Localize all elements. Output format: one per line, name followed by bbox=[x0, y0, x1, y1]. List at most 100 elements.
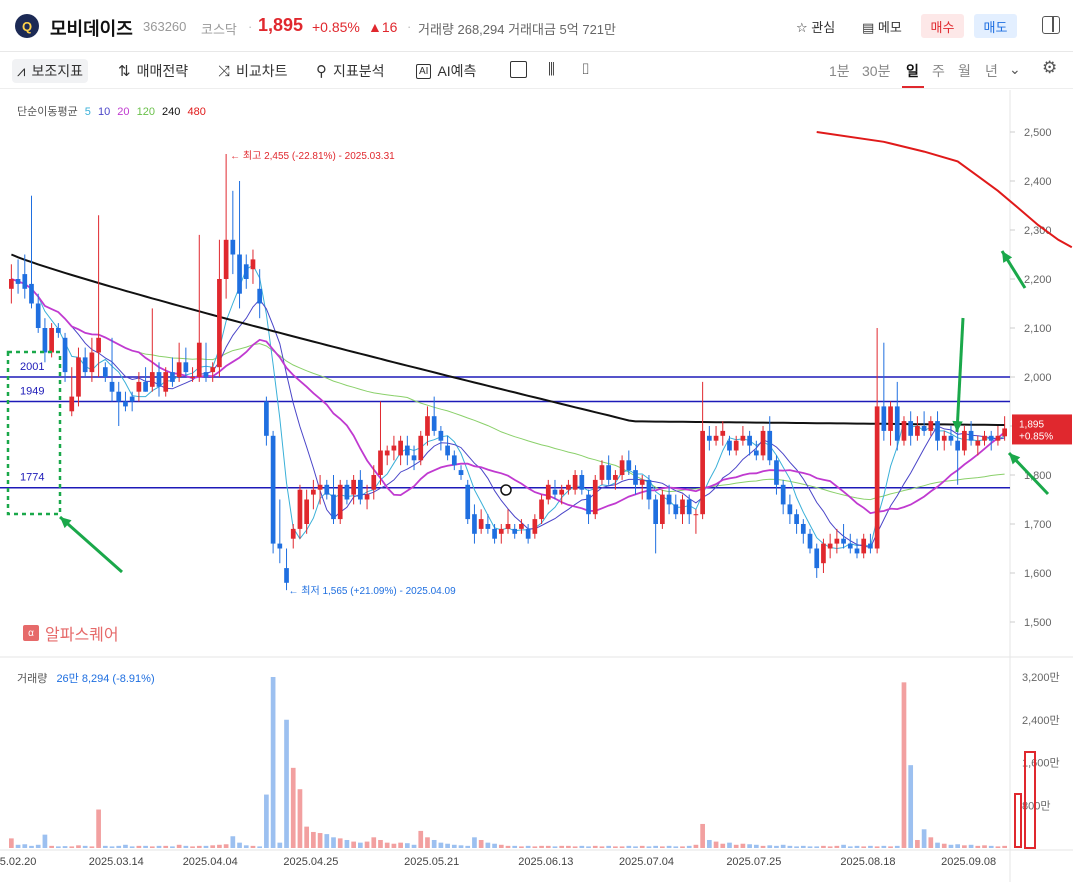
volume-bar bbox=[525, 845, 531, 848]
compare-button[interactable]: ⤨ 비교차트 bbox=[218, 61, 288, 81]
volume-bar bbox=[163, 845, 169, 848]
candle-body bbox=[579, 475, 585, 490]
candle-body bbox=[55, 328, 61, 333]
period-year[interactable]: 년 bbox=[985, 61, 998, 81]
volume-bar bbox=[982, 845, 987, 848]
candle-type-button[interactable]: ⫼ bbox=[548, 61, 555, 78]
price-tick-label: 2,200 bbox=[1024, 274, 1052, 286]
volume-bar bbox=[96, 809, 101, 848]
volume-bar bbox=[847, 846, 853, 848]
volume-bar bbox=[498, 844, 504, 848]
period-month[interactable]: 월 bbox=[958, 61, 971, 81]
volume-bar bbox=[485, 842, 491, 848]
square-tool-button[interactable] bbox=[510, 61, 527, 78]
memo-button[interactable]: ▤ 메모 bbox=[862, 17, 902, 36]
separator-dot: · bbox=[248, 19, 253, 34]
candle-body bbox=[821, 543, 826, 564]
active-period-underline bbox=[902, 86, 924, 88]
price-chart[interactable]: 1,5001,6001,7001,8001,9002,0002,1002,200… bbox=[0, 90, 1073, 882]
volume-bar bbox=[794, 846, 799, 848]
high-annotation: ← 최고 2,455 (-22.81%) - 2025.03.31 bbox=[230, 150, 395, 162]
volume-bar bbox=[599, 846, 605, 848]
volume-bar bbox=[948, 844, 954, 848]
volume-bar bbox=[505, 845, 511, 848]
screenshot-button[interactable]: ⌷ bbox=[581, 61, 590, 78]
candle-body bbox=[358, 479, 363, 500]
volume-bar bbox=[700, 823, 705, 848]
volume-bar bbox=[364, 841, 370, 848]
candle-body bbox=[908, 421, 914, 436]
candle-body bbox=[237, 254, 242, 294]
side-panel-icon[interactable] bbox=[1042, 16, 1060, 34]
analysis-button[interactable]: ⚲ 지표분석 bbox=[316, 61, 385, 81]
candle-body bbox=[572, 475, 578, 490]
star-icon: ☆ bbox=[796, 20, 808, 35]
ai-predict-button[interactable]: AI AI예측 bbox=[416, 61, 476, 81]
candle-body bbox=[136, 381, 142, 392]
ma-legend: 단순이동평균 5 10 20 120 240 480 bbox=[17, 103, 206, 119]
indicator-button[interactable]: ⩘ 보조지표 bbox=[12, 59, 88, 83]
volume-bar bbox=[854, 845, 860, 848]
candle-body bbox=[559, 489, 565, 495]
volume-bar bbox=[975, 845, 981, 848]
volume-bar bbox=[727, 842, 732, 848]
chevron-down-icon[interactable]: ⌄ bbox=[1009, 61, 1021, 78]
candle-body bbox=[297, 489, 303, 529]
volume-bar bbox=[673, 846, 679, 848]
candle-body bbox=[492, 528, 497, 539]
candle-body bbox=[190, 377, 195, 378]
volume-bar bbox=[606, 845, 612, 848]
annotation-arrow bbox=[59, 515, 123, 574]
square-icon bbox=[510, 61, 527, 78]
sell-button[interactable]: 매도 bbox=[974, 14, 1017, 38]
ma120-line bbox=[11, 278, 1005, 501]
ma5-tag: 5 bbox=[84, 106, 91, 118]
analysis-label: 지표분석 bbox=[333, 63, 385, 79]
candle-body bbox=[270, 435, 276, 544]
strategy-button[interactable]: ⇅ 매매전략 bbox=[118, 61, 188, 81]
annotation-circle-marker bbox=[500, 484, 512, 496]
volume-bar bbox=[579, 845, 585, 848]
candle-body bbox=[646, 479, 652, 500]
candle-body bbox=[686, 499, 692, 515]
volume-bar bbox=[861, 846, 867, 848]
volume-bar bbox=[740, 843, 746, 848]
volume-bar bbox=[613, 846, 618, 848]
volume-tick-label: 800만 bbox=[1022, 799, 1050, 812]
period-week[interactable]: 주 bbox=[932, 61, 945, 81]
volume-bar bbox=[411, 844, 417, 848]
candle-body bbox=[962, 430, 967, 451]
candle-body bbox=[693, 514, 699, 516]
candle-body bbox=[505, 524, 511, 529]
volume-bar bbox=[472, 837, 477, 848]
volume-bar bbox=[968, 844, 974, 848]
period-day[interactable]: 일 bbox=[906, 61, 919, 81]
candle-body bbox=[660, 494, 665, 524]
change-percent: +0.85% bbox=[312, 19, 360, 35]
watch-button[interactable]: ☆ 관심 bbox=[796, 17, 835, 36]
volume-bar bbox=[827, 846, 833, 848]
volume-bar bbox=[458, 845, 464, 848]
price-tick-label: 1,500 bbox=[1024, 617, 1052, 629]
ma20-line bbox=[11, 278, 1006, 515]
volume-bar bbox=[988, 845, 994, 848]
volume-bar bbox=[881, 845, 887, 848]
settings-gear-icon[interactable]: ⚙ bbox=[1042, 58, 1057, 78]
candle-body bbox=[995, 435, 1001, 441]
volume-bar bbox=[814, 846, 820, 848]
candle-body bbox=[928, 421, 934, 431]
volume-bar bbox=[720, 843, 726, 848]
volume-bar bbox=[35, 844, 41, 848]
candle-body bbox=[411, 455, 417, 461]
indicator-label: 보조지표 bbox=[31, 63, 83, 79]
candle-body bbox=[217, 279, 222, 368]
candle-body bbox=[438, 430, 444, 441]
volume-bar bbox=[572, 846, 578, 848]
volume-info: 거래량 268,294 거래대금 5억 721만 bbox=[418, 22, 616, 37]
watermark: α 알파스퀘어 bbox=[23, 621, 119, 645]
volume-bar bbox=[680, 846, 685, 848]
buy-button[interactable]: 매수 bbox=[921, 14, 964, 38]
period-30min[interactable]: 30분 bbox=[862, 61, 890, 81]
period-1min[interactable]: 1분 bbox=[829, 61, 850, 81]
volume-bar bbox=[660, 846, 665, 848]
